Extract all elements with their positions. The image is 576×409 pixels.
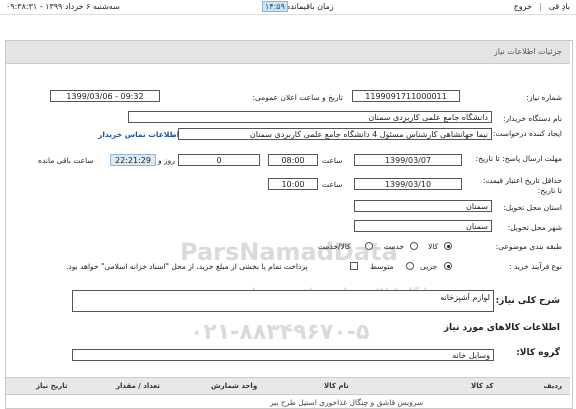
group-field: وسایل خانه (72, 349, 494, 361)
category-service-text: خدمت (384, 242, 404, 251)
deadline-time-field: 08:00 (268, 154, 318, 166)
city-label: شهر محل تحویل: (507, 223, 562, 232)
col-name: نام کالا (324, 382, 349, 390)
category-goods-service-text: کالا/خدمت (318, 242, 351, 251)
col-row: ردیف (543, 382, 562, 390)
category-goods-radio[interactable] (444, 242, 452, 250)
treasury-note: پرداخت تمام یا بخشی از مبلغ خرید، از محل… (66, 262, 308, 271)
validity-date-field: 1399/03/10 (354, 178, 462, 190)
purchase-partial-text: جزیی (420, 262, 438, 271)
purchase-medium-text: متوسط (370, 262, 394, 271)
need-number-label: شماره نیاز: (526, 93, 562, 102)
need-number-field: 1199091711000011 (352, 90, 460, 102)
nav-exit[interactable]: خروج (514, 2, 532, 11)
table-row-partial: سرویس قاشق و چنگال غذاخوری استیل طرح بیر (270, 398, 424, 407)
purchase-medium-radio[interactable] (406, 262, 414, 270)
panel-title: جزئیات اطلاعات نیاز (493, 47, 562, 56)
category-goods-service-radio[interactable] (365, 242, 373, 250)
province-label: استان محل تحویل: (503, 203, 562, 212)
remaining-word: ساعت باقی مانده (38, 156, 94, 165)
validity-label: حداقل تاریخ اعتبار قیمت: تا تاریخ: (482, 176, 562, 195)
buyer-label: نام دستگاه خریدار: (502, 114, 562, 123)
col-unit: واحد شمارش (211, 382, 258, 390)
deadline-time-word: ساعت (322, 156, 343, 165)
nav-home[interactable]: بادِ قی (549, 2, 570, 11)
deadline-label: مهلت ارسال پاسخ: تا تاریخ: (475, 154, 562, 163)
remaining-clock: 22:21:29 (110, 154, 156, 166)
summary-label: شرح کلی نیاز: (495, 296, 560, 306)
category-goods-text: کالا (428, 242, 439, 251)
summary-field: لوازم آشپزخانه (72, 290, 494, 312)
goods-info-title: اطلاعات کالاهای مورد نیاز (443, 323, 560, 333)
validity-time-word: ساعت (322, 180, 343, 189)
top-bar: بادِ قی | خروج زمان باقیمانده ۱۴:۵۹ سه‌ش… (0, 0, 576, 15)
buyer-contact-link[interactable]: اطلاعات تماس خریدار (98, 130, 179, 139)
deadline-date-field: 1399/03/07 (354, 154, 462, 166)
datetime-text: سه‌شنبه ۶ خرداد ۱۳۹۹ - ۰۹:۳۸:۳۱ (6, 2, 120, 11)
goods-table-header: ردیف کد کالا نام کالا واحد شمارش تعداد /… (6, 377, 570, 395)
group-label: گروه کالا: (516, 348, 560, 358)
panel-header: جزئیات اطلاعات نیاز (6, 41, 570, 64)
remaining-time-label: زمان باقیمانده (286, 2, 334, 11)
city-field: سمنان (354, 220, 492, 232)
treasury-checkbox[interactable] (350, 262, 358, 270)
announce-label: تاریخ و ساعت اعلان عمومی: (252, 93, 343, 102)
days-field: 0 (178, 154, 260, 166)
col-qty: تعداد / مقدار (116, 382, 160, 390)
category-service-radio[interactable] (410, 242, 418, 250)
col-code: کد کالا (471, 382, 494, 390)
purchase-label: نوع فرآیند خرید : (508, 262, 562, 271)
province-field: سمنان (354, 200, 492, 212)
buyer-field: دانشگاه جامع علمی کاربردی سمنان (128, 111, 492, 123)
col-date: تاریخ نیاز (36, 382, 68, 390)
creator-field: نیما جهانشاهی کارشناس مسئول 4 دانشگاه جا… (178, 128, 492, 140)
remaining-time-badge: ۱۴:۵۹ (262, 1, 288, 12)
days-word: روز و (158, 156, 175, 165)
creator-label: ایجاد کننده درخواست: (492, 129, 562, 138)
announce-field: 1399/03/06 - 09:32 (50, 90, 160, 102)
category-label: طبقه بندی موضوعی: (495, 242, 562, 251)
validity-time-field: 10:00 (268, 178, 318, 190)
purchase-partial-radio[interactable] (444, 262, 452, 270)
